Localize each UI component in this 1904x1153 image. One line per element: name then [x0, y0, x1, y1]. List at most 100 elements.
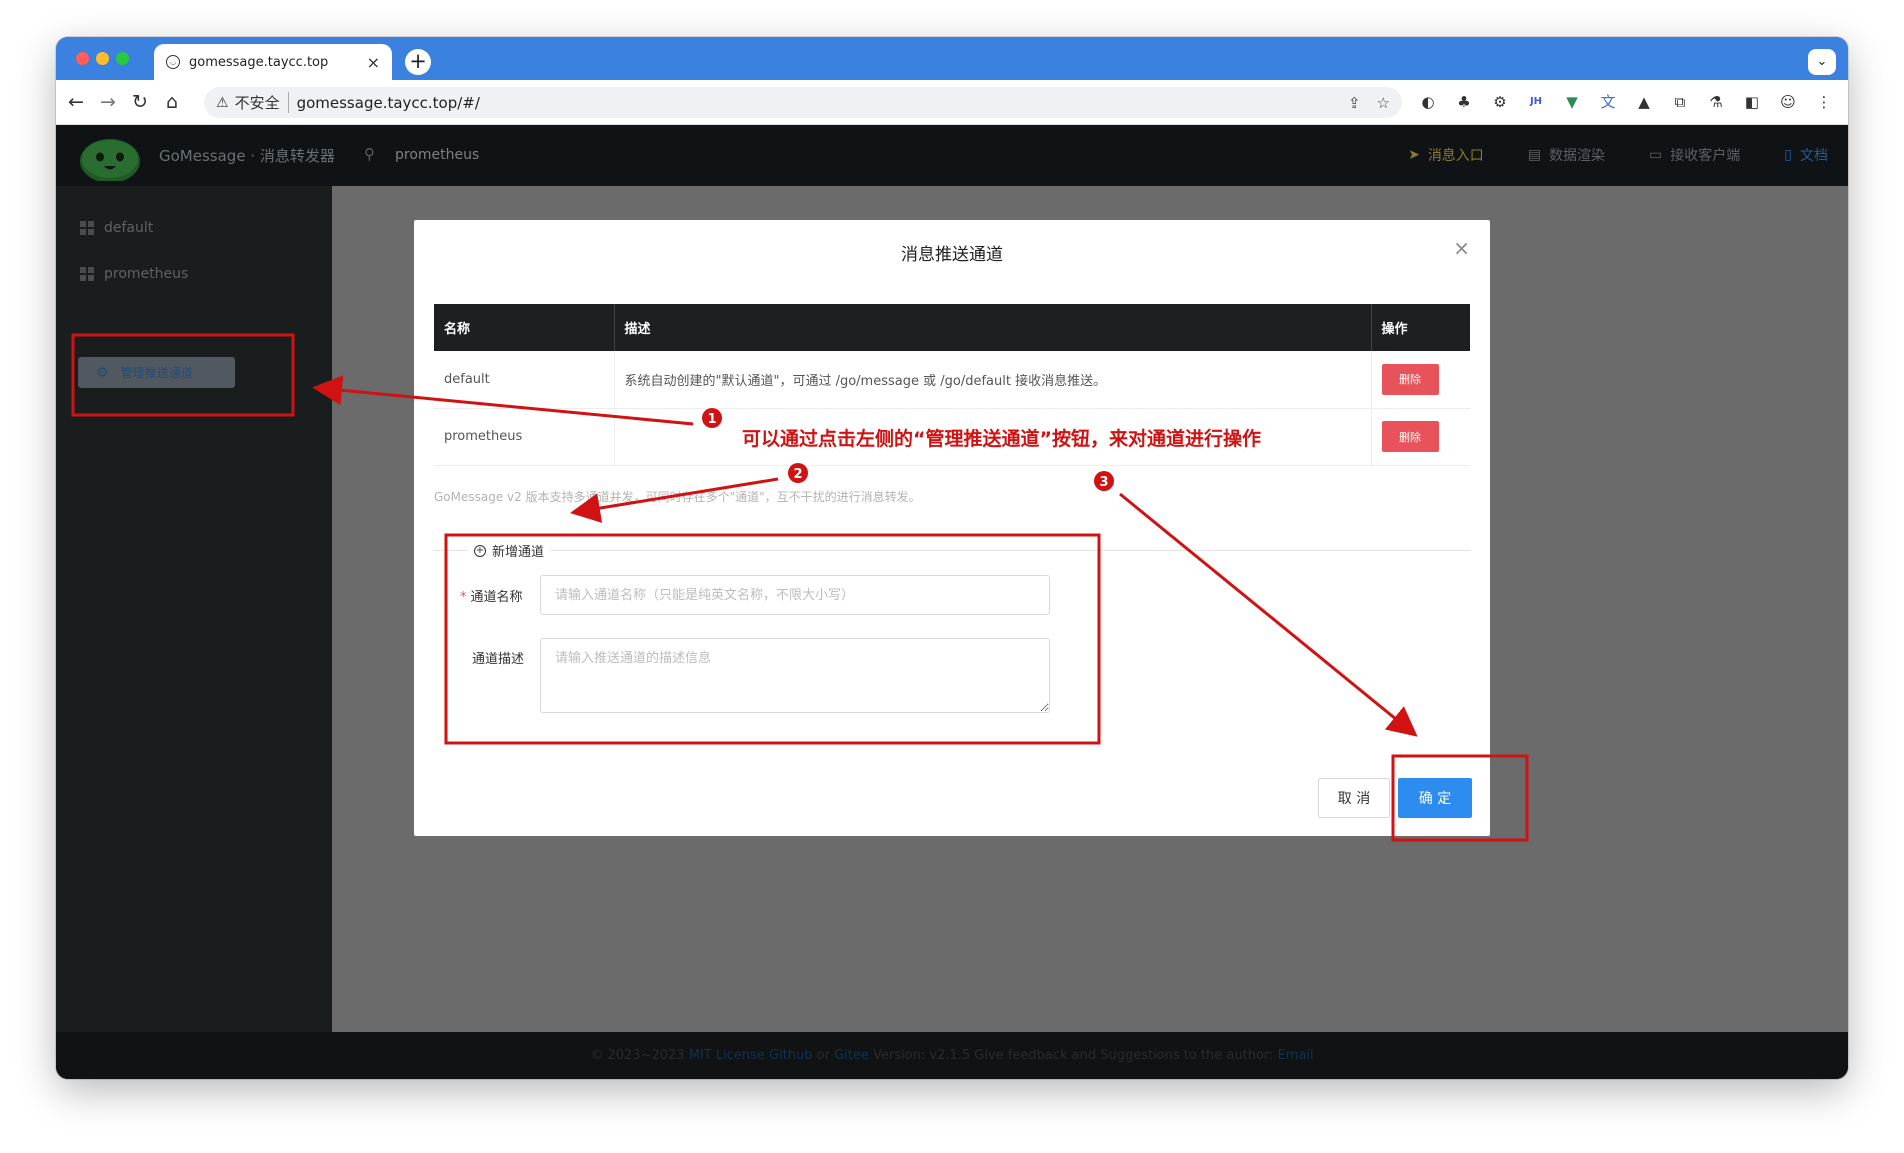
render-icon: ▤: [1527, 147, 1542, 163]
grid-icon: [80, 267, 94, 281]
labs-flask-icon[interactable]: ⚗: [1704, 90, 1728, 114]
maximize-window-button[interactable]: [116, 52, 129, 65]
tab-close-icon[interactable]: ×: [367, 53, 380, 72]
extension-leaf-icon[interactable]: ♣: [1452, 90, 1476, 114]
channel-name-cell: prometheus: [434, 408, 615, 466]
send-icon: ➤: [1408, 147, 1420, 163]
home-icon[interactable]: ⌂: [160, 90, 184, 114]
footer-copyright: © 2023~2023: [590, 1048, 685, 1063]
channel-name-label-text: 通道名称: [470, 590, 523, 605]
confirm-button[interactable]: 确 定: [1398, 778, 1472, 818]
forward-arrow-icon[interactable]: →: [96, 90, 120, 114]
column-header-name: 名称: [434, 304, 615, 351]
channel-desc-textarea[interactable]: [540, 638, 1050, 713]
section-divider: [434, 550, 1470, 551]
delete-button[interactable]: 删除: [1381, 363, 1439, 395]
location-pin-icon: ⚲: [364, 145, 375, 163]
footer-or: or: [816, 1048, 830, 1063]
channel-name-label: * 通道名称: [460, 586, 523, 605]
manage-channels-label: 管理推送通道: [120, 366, 193, 380]
new-tab-button[interactable]: +: [405, 49, 431, 75]
nav-message-entry[interactable]: ➤ 消息入口: [1408, 145, 1484, 165]
address-bar[interactable]: ⚠ 不安全 gomessage.taycc.top/#/ ⇪ ☆: [204, 87, 1402, 118]
channel-action-cell: 删除: [1371, 351, 1470, 409]
url-text[interactable]: gomessage.taycc.top/#/: [297, 94, 1332, 112]
footer-version: Version: v2.1.5: [873, 1048, 971, 1063]
nav-label: 消息入口: [1427, 148, 1484, 164]
current-namespace: prometheus: [395, 147, 480, 163]
channel-desc-cell: 系统自动创建的"默认通道"，可通过 /go/message 或 /go/defa…: [614, 351, 1372, 409]
channel-desc-label: 通道描述: [472, 652, 525, 667]
extension-triangle-icon[interactable]: ▲: [1632, 90, 1656, 114]
sidebar-item-label: default: [104, 220, 154, 236]
app-header: GoMessage · 消息转发器 ⚲ prometheus ➤ 消息入口 ▤ …: [56, 125, 1848, 186]
column-header-action: 操作: [1371, 304, 1470, 351]
site-favicon-icon: ◡: [166, 55, 180, 69]
multi-channel-note: GoMessage v2 版本支持多通道并发，可同时存在多个"通道"，互不干扰的…: [434, 490, 921, 504]
footer: © 2023~2023 MIT License Github or Gitee …: [56, 1032, 1848, 1079]
insecure-label[interactable]: 不安全: [235, 92, 289, 113]
reload-icon[interactable]: ↻: [128, 90, 152, 114]
nav-docs[interactable]: ▯ 文档: [1784, 145, 1828, 165]
footer-license-link[interactable]: MIT License: [689, 1048, 765, 1063]
back-arrow-icon[interactable]: ←: [64, 90, 88, 114]
tab-search-button[interactable]: ⌄: [1808, 49, 1836, 75]
plus-circle-icon: +: [474, 544, 486, 557]
add-channel-section-title: + 新增通道: [468, 541, 551, 560]
menu-kebab-icon[interactable]: ⋮: [1812, 90, 1836, 114]
nav-data-render[interactable]: ▤ 数据渲染: [1528, 145, 1605, 165]
cancel-button[interactable]: 取 消: [1318, 778, 1390, 818]
manage-channels-button[interactable]: ⚙ 管理推送通道: [78, 357, 235, 388]
share-icon[interactable]: ⇪: [1348, 94, 1361, 112]
nav-clients[interactable]: ▭ 接收客户端: [1649, 145, 1740, 165]
extension-gear-icon[interactable]: ⚙: [1488, 90, 1512, 114]
nav-label: 文档: [1800, 148, 1828, 164]
sidebar: default prometheus ⚙ 管理推送通道: [56, 186, 332, 1032]
column-header-desc: 描述: [614, 304, 1372, 351]
footer-gitee-link[interactable]: Gitee: [834, 1048, 869, 1063]
top-nav: ➤ 消息入口 ▤ 数据渲染 ▭ 接收客户端 ▯ 文档: [1408, 145, 1828, 165]
minimize-window-button[interactable]: [96, 52, 109, 65]
gomessage-logo-icon: [80, 139, 140, 181]
browser-tab[interactable]: ◡ gomessage.taycc.top ×: [154, 44, 392, 80]
required-asterisk: *: [460, 590, 467, 605]
warning-icon[interactable]: ⚠: [216, 95, 229, 111]
extension-translate-icon[interactable]: 文: [1596, 90, 1620, 114]
nav-label: 数据渲染: [1549, 148, 1606, 164]
sidebar-item-label: prometheus: [104, 266, 189, 282]
side-panel-icon[interactable]: ◧: [1740, 90, 1764, 114]
extension-jh-icon[interactable]: JH: [1524, 90, 1548, 114]
delete-button[interactable]: 删除: [1381, 421, 1439, 452]
nav-label: 接收客户端: [1670, 148, 1741, 164]
table-row: default 系统自动创建的"默认通道"，可通过 /go/message 或 …: [434, 351, 1470, 409]
gear-icon: ⚙: [96, 364, 109, 381]
channel-action-cell: 删除: [1371, 408, 1470, 466]
extension-vue-icon[interactable]: ▼: [1560, 90, 1584, 114]
chat-icon: ▭: [1649, 147, 1663, 163]
close-window-button[interactable]: [76, 52, 89, 65]
sidebar-item-prometheus[interactable]: prometheus: [80, 266, 188, 282]
address-toolbar: ← → ↻ ⌂ ⚠ 不安全 gomessage.taycc.top/#/ ⇪ ☆…: [56, 80, 1848, 125]
channel-name-cell: default: [434, 351, 615, 409]
extensions-row: ◐ ♣ ⚙ JH ▼ 文 ▲ ⧉ ⚗ ◧ ☺ ⋮: [1416, 90, 1836, 114]
footer-email-link[interactable]: Email: [1278, 1048, 1314, 1063]
browser-tab-bar: ◡ gomessage.taycc.top × + ⌄: [56, 37, 1848, 80]
tab-title: gomessage.taycc.top: [189, 54, 329, 70]
table-header-row: 名称 描述 操作: [434, 304, 1470, 351]
footer-feedback: Give feedback and Suggestions to the aut…: [974, 1048, 1274, 1063]
add-channel-label: 新增通道: [492, 545, 545, 560]
extension-globe-icon[interactable]: ◐: [1416, 90, 1440, 114]
document-icon: ▯: [1784, 147, 1792, 163]
modal-title: 消息推送通道: [901, 245, 1003, 265]
footer-github-link[interactable]: Github: [769, 1048, 813, 1063]
extensions-puzzle-icon[interactable]: ⧉: [1668, 90, 1692, 114]
channel-name-input[interactable]: [540, 575, 1050, 615]
bookmark-star-icon[interactable]: ☆: [1377, 94, 1390, 112]
channel-modal: 消息推送通道 × 名称 描述 操作 default 系统自动创建的"默认通道"，…: [414, 220, 1490, 836]
close-icon[interactable]: ×: [1453, 236, 1470, 260]
app-title: GoMessage · 消息转发器: [159, 147, 335, 165]
profile-avatar-icon[interactable]: ☺: [1776, 90, 1800, 114]
sidebar-item-default[interactable]: default: [80, 220, 153, 236]
annotation-text: 可以通过点击左侧的“管理推送通道”按钮，来对通道进行操作: [742, 428, 1261, 450]
grid-icon: [80, 221, 94, 235]
